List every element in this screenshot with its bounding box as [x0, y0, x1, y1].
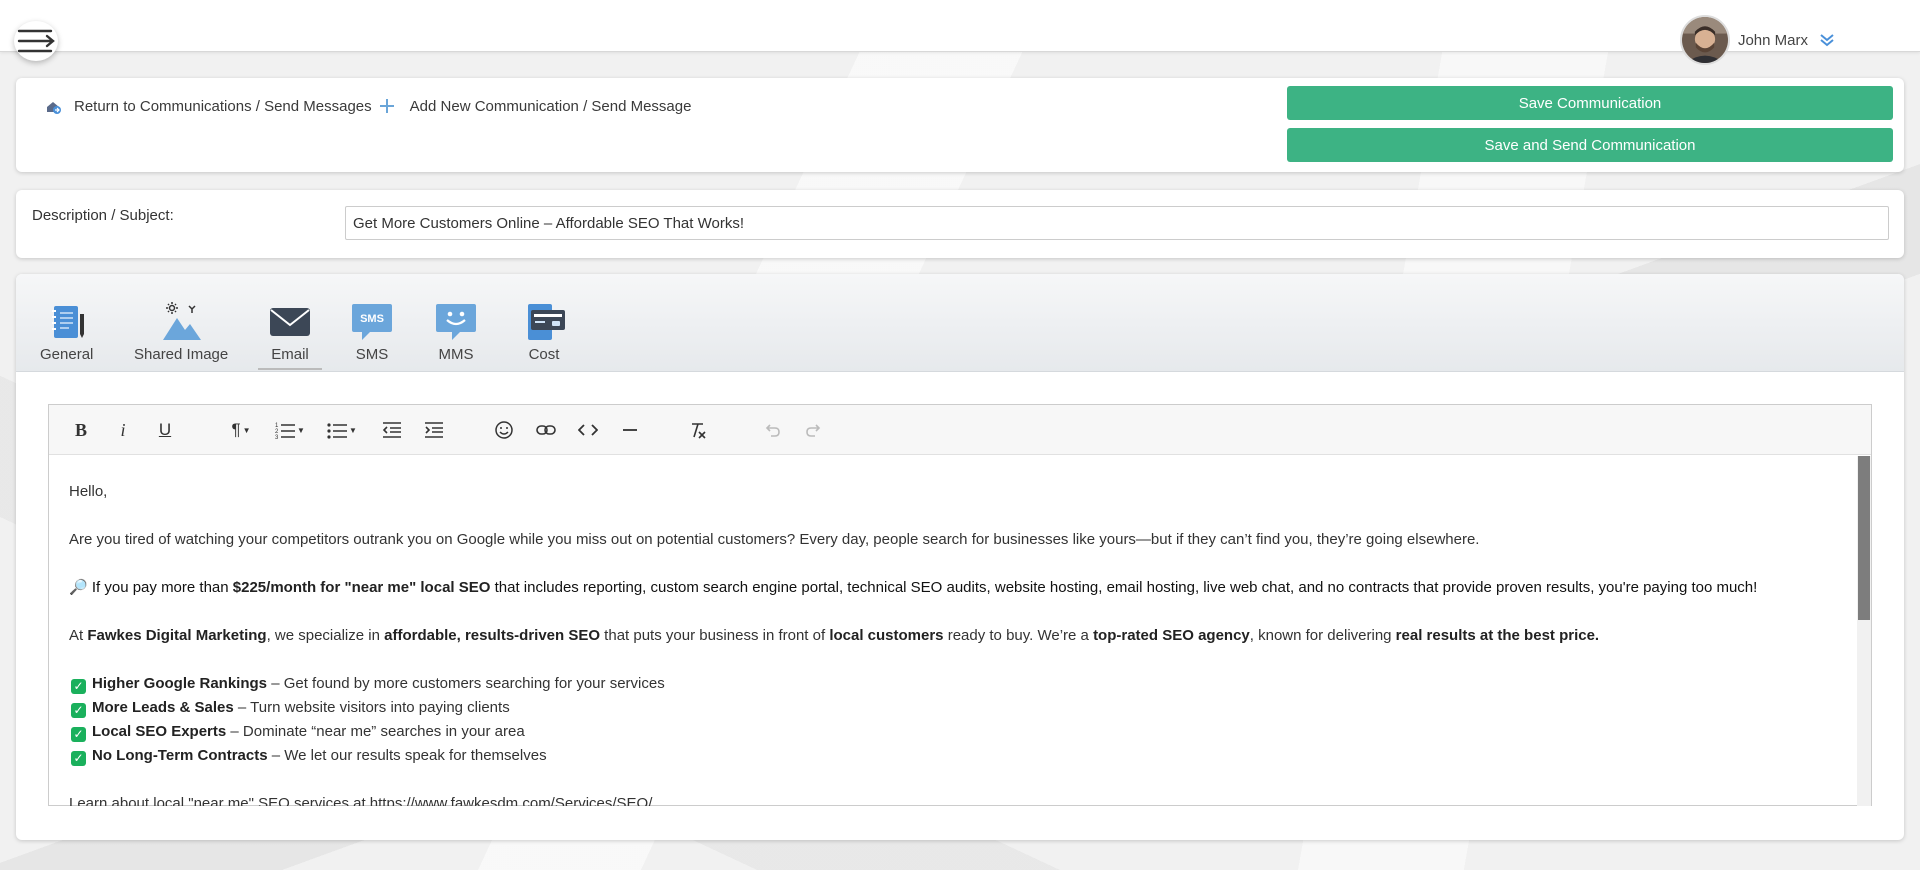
tab-bar: General Shared Image Email SMS SMS MMS C…: [16, 274, 1904, 372]
landscape-image-icon: [163, 302, 202, 340]
code-view-icon[interactable]: [575, 417, 601, 443]
tab-cost-label: Cost: [528, 346, 560, 363]
link-icon[interactable]: [533, 417, 559, 443]
notebook-icon: [51, 306, 84, 338]
hamburger-menu-icon[interactable]: [14, 21, 58, 61]
magnifier-emoji: 🔎: [69, 579, 88, 596]
add-new-link[interactable]: Add New Communication / Send Message: [410, 98, 692, 115]
subject-input[interactable]: [345, 206, 1889, 240]
list-item: ✓ More Leads & Sales – Turn website visit…: [69, 696, 1837, 720]
list-item: ✓ No Long-Term Contracts – We let our res…: [69, 744, 1837, 768]
tab-general[interactable]: General: [40, 300, 93, 363]
greeting-text: Hello,: [69, 483, 108, 500]
tab-general-label: General: [40, 346, 94, 363]
intro-paragraph: Are you tired of watching your competito…: [69, 531, 1480, 548]
envelope-icon: [270, 308, 310, 336]
communication-tabs-card: General Shared Image Email SMS SMS MMS C…: [16, 274, 1904, 840]
indent-icon[interactable]: [421, 417, 447, 443]
return-icon[interactable]: [44, 97, 62, 115]
editor-toolbar: B i U ¶ ▼ 1 2 3 ▼ ▼: [49, 405, 1871, 455]
tab-email-label: Email: [271, 346, 309, 363]
unordered-list-icon[interactable]: ▼: [321, 417, 363, 443]
plus-icon[interactable]: [378, 97, 396, 115]
check-mark-icon: ✓: [71, 703, 86, 718]
ordered-list-icon[interactable]: 1 2 3 ▼: [269, 417, 311, 443]
sms-bubble-icon: SMS: [352, 304, 392, 340]
chevron-down-icon[interactable]: [1818, 31, 1836, 49]
tab-email[interactable]: Email: [258, 300, 322, 370]
underline-icon[interactable]: U: [153, 417, 177, 443]
italic-icon[interactable]: i: [111, 417, 135, 443]
outdent-icon[interactable]: [379, 417, 405, 443]
redo-icon[interactable]: [801, 417, 827, 443]
save-communication-button[interactable]: Save Communication: [1287, 86, 1893, 120]
editor-content[interactable]: Hello, Are you tired of watching your co…: [49, 456, 1857, 806]
tab-shared-image-label: Shared Image: [134, 346, 229, 363]
tab-sms[interactable]: SMS SMS: [350, 300, 394, 363]
check-mark-icon: ✓: [71, 727, 86, 742]
user-menu[interactable]: John Marx: [1679, 14, 1836, 66]
svg-text:SMS: SMS: [360, 313, 384, 325]
editor-scrollbar-thumb[interactable]: [1858, 456, 1870, 620]
tab-sms-label: SMS: [355, 346, 389, 363]
learn-more-paragraph: Learn about local "near me" SEO services…: [69, 795, 653, 806]
paragraph-format-icon[interactable]: ¶ ▼: [225, 417, 257, 443]
rich-text-editor: B i U ¶ ▼ 1 2 3 ▼ ▼ Hello, Are you tired…: [48, 404, 1872, 806]
svg-text:3: 3: [275, 435, 279, 440]
save-and-send-button[interactable]: Save and Send Communication: [1287, 128, 1893, 162]
pricing-paragraph: 🔎 If you pay more than $225/month for "n…: [69, 579, 1758, 596]
check-mark-icon: ✓: [71, 751, 86, 766]
check-mark-icon: ✓: [71, 679, 86, 694]
breadcrumb: Return to Communications / Send Messages…: [44, 97, 691, 115]
subject-label: Description / Subject:: [32, 207, 174, 224]
tab-mms[interactable]: MMS: [434, 300, 478, 363]
avatar[interactable]: [1679, 15, 1730, 65]
subject-card: Description / Subject:: [16, 190, 1904, 258]
tab-cost[interactable]: Cost: [522, 300, 566, 363]
benefits-list: ✓ Higher Google Rankings – Get found by m…: [69, 672, 1837, 768]
list-item: ✓ Higher Google Rankings – Get found by m…: [69, 672, 1837, 696]
wallet-icon: [528, 304, 565, 340]
clear-format-icon[interactable]: [685, 417, 711, 443]
actions-card: Return to Communications / Send Messages…: [16, 78, 1904, 172]
tab-mms-label: MMS: [438, 346, 474, 363]
mms-smiley-bubble-icon: [436, 304, 476, 340]
bold-icon[interactable]: B: [69, 417, 93, 443]
list-item: ✓ Local SEO Experts – Dominate “near me” …: [69, 720, 1837, 744]
undo-icon[interactable]: [759, 417, 785, 443]
return-link[interactable]: Return to Communications / Send Messages: [74, 98, 372, 115]
tab-shared-image[interactable]: Shared Image: [134, 300, 228, 363]
company-paragraph: At Fawkes Digital Marketing, we speciali…: [69, 627, 1600, 644]
emoticon-icon[interactable]: [491, 417, 517, 443]
user-name[interactable]: John Marx: [1738, 32, 1808, 49]
horizontal-line-icon[interactable]: [617, 417, 643, 443]
top-bar: John Marx: [0, 0, 1920, 65]
